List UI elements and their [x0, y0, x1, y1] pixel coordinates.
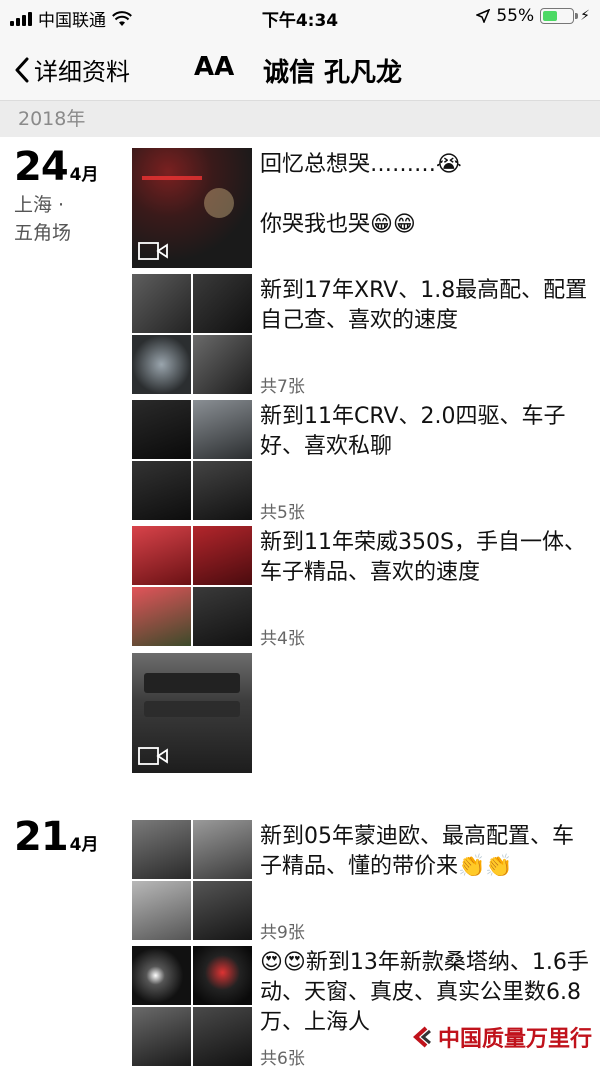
photo[interactable]: [193, 274, 252, 333]
photo[interactable]: [132, 946, 191, 1005]
chevron-left-icon: [15, 57, 29, 82]
photo[interactable]: [132, 881, 191, 940]
photo[interactable]: [193, 461, 252, 520]
photo[interactable]: [193, 946, 252, 1005]
photo-count: 共6张: [260, 1049, 305, 1069]
photo[interactable]: [132, 587, 191, 646]
photo[interactable]: [132, 274, 191, 333]
watermark: 中国质量万里行: [410, 1021, 592, 1053]
photo[interactable]: [132, 526, 191, 585]
video-icon: [138, 242, 168, 260]
watermark-text: 中国质量万里行: [437, 1027, 592, 1052]
battery-icon: [540, 8, 579, 24]
location-line-2: 五角场: [14, 222, 72, 244]
photo-grid[interactable]: [132, 820, 252, 940]
navigation-bar: 详细资料 AA 诚信 孔凡龙: [0, 36, 600, 101]
photo[interactable]: [193, 400, 252, 459]
photo-grid[interactable]: [132, 946, 252, 1066]
status-bar: 中国联通 下午4:34 55% ⚡: [0, 0, 600, 36]
moment-post[interactable]: 回忆总想哭………😭 你哭我也哭😁😁: [132, 148, 592, 268]
post-text: 新到05年蒙迪欧、最高配置、车子精品、懂的带价来👏👏: [260, 824, 574, 879]
page-title: 诚信 孔凡龙: [263, 58, 403, 88]
moment-post[interactable]: 新到11年CRV、2.0四驱、车子好、喜欢私聊 共5张: [132, 400, 592, 523]
back-label: 详细资料: [34, 58, 130, 86]
watermark-logo-icon: [412, 1026, 431, 1048]
photo-grid[interactable]: [132, 274, 252, 394]
photo-count: 共5张: [260, 503, 305, 523]
photo[interactable]: [132, 400, 191, 459]
year-header: 2018年: [0, 101, 600, 137]
location-line-1: 上海 ·: [14, 194, 65, 216]
back-button[interactable]: 详细资料: [14, 52, 130, 87]
photo[interactable]: [193, 335, 252, 394]
moment-post[interactable]: 新到05年蒙迪欧、最高配置、车子精品、懂的带价来👏👏 共9张: [132, 820, 592, 943]
video-thumbnail[interactable]: [132, 148, 252, 268]
photo[interactable]: [193, 526, 252, 585]
post-text: 新到11年荣威350S，手自一体、车子精品、喜欢的速度: [260, 530, 586, 585]
photo-count: 共7张: [260, 377, 305, 397]
photo-count: 共4张: [260, 629, 305, 649]
date-group-21: 21 4月: [14, 814, 99, 860]
photo[interactable]: [193, 881, 252, 940]
post-text: 新到11年CRV、2.0四驱、车子好、喜欢私聊: [260, 404, 566, 459]
date-group-24: 24 4月 上海 · 五角场: [14, 144, 99, 246]
post-text: 新到17年XRV、1.8最高配、配置自己查、喜欢的速度: [260, 278, 588, 333]
moment-post[interactable]: [132, 653, 592, 773]
photo-count: 共9张: [260, 923, 305, 943]
post-text: 回忆总想哭………😭 你哭我也哭😁😁: [260, 152, 462, 237]
location-arrow-icon: [476, 9, 491, 23]
photo[interactable]: [193, 587, 252, 646]
moment-post[interactable]: 新到11年荣威350S，手自一体、车子精品、喜欢的速度 共4张: [132, 526, 592, 649]
photo[interactable]: [193, 1007, 252, 1066]
battery-percent: 55%: [496, 6, 535, 26]
photo[interactable]: [132, 820, 191, 879]
date-day: 21: [14, 814, 69, 860]
moment-post[interactable]: 新到17年XRV、1.8最高配、配置自己查、喜欢的速度 共7张: [132, 274, 592, 397]
charging-bolt-icon: ⚡: [580, 8, 590, 24]
date-month: 4月: [69, 835, 99, 855]
photo[interactable]: [193, 820, 252, 879]
date-month: 4月: [69, 165, 99, 185]
photo-grid[interactable]: [132, 400, 252, 520]
video-thumbnail[interactable]: [132, 653, 252, 773]
aa-label: AA: [194, 52, 235, 82]
photo[interactable]: [132, 461, 191, 520]
photo[interactable]: [132, 1007, 191, 1066]
date-day: 24: [14, 144, 69, 190]
photo-grid[interactable]: [132, 526, 252, 646]
video-icon: [138, 747, 168, 765]
photo[interactable]: [132, 335, 191, 394]
